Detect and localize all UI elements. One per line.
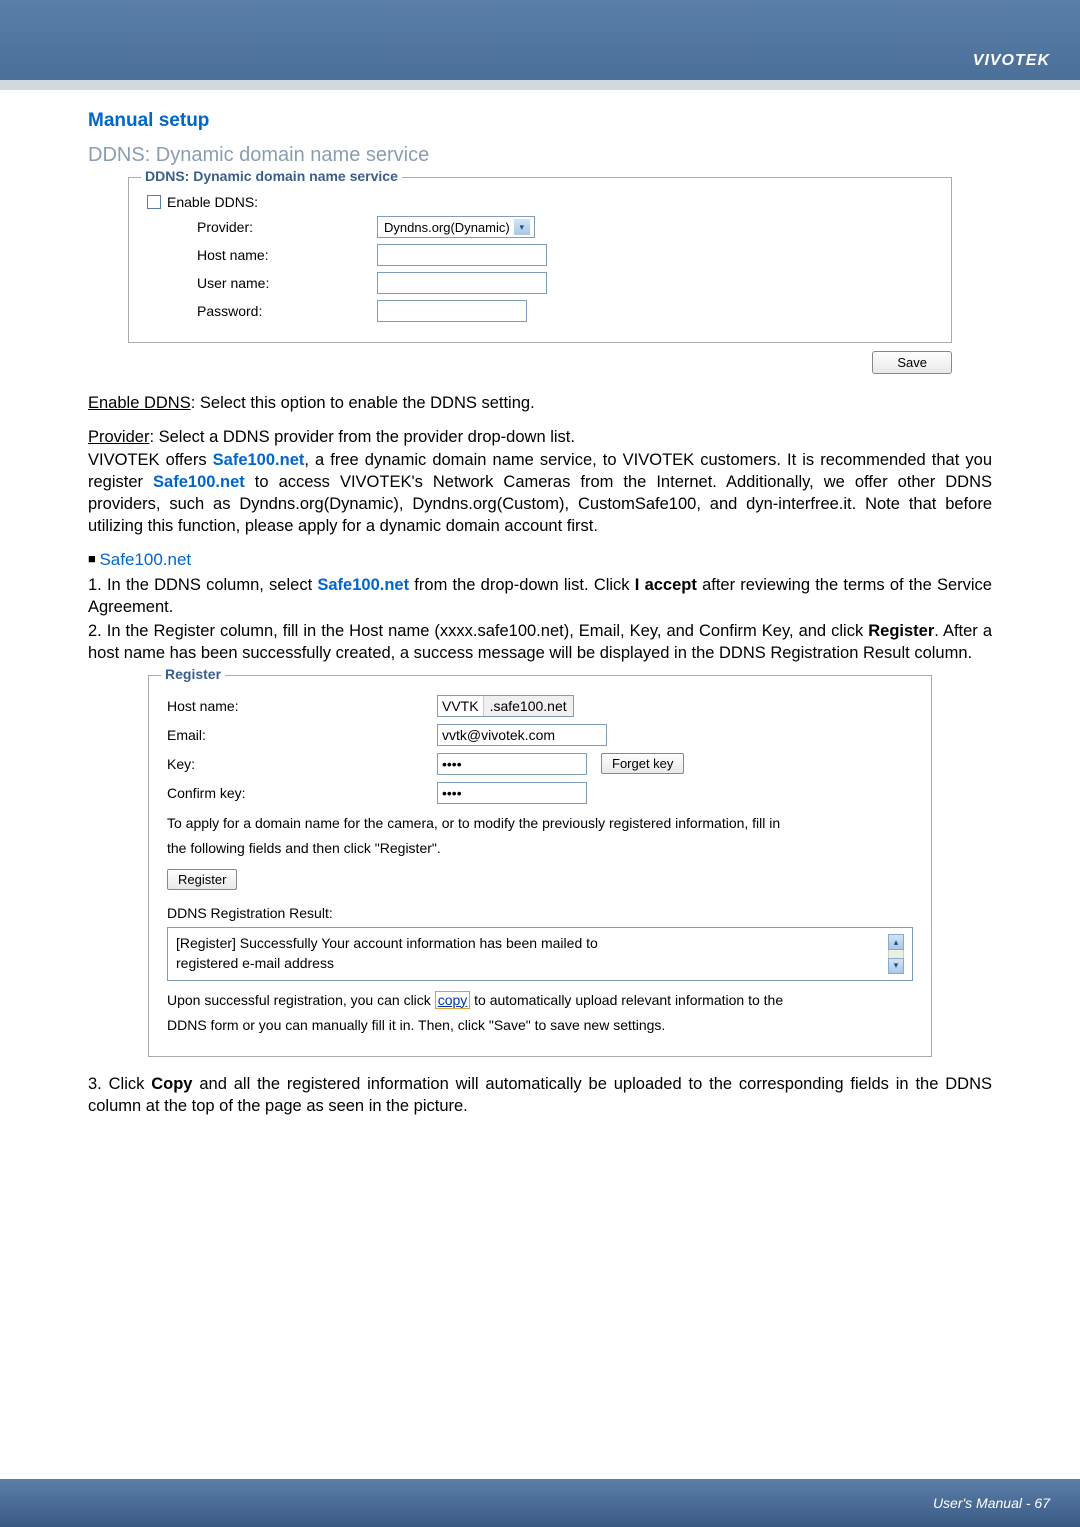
register-legend: Register xyxy=(161,666,225,682)
header-underline xyxy=(0,80,1080,90)
steps-list: 1. In the DDNS column, select Safe100.ne… xyxy=(88,574,992,665)
register-button[interactable]: Register xyxy=(167,869,237,890)
scrollbar[interactable]: ▴ ▾ xyxy=(888,934,904,973)
register-fieldset: Register Host name: VVTK .safe100.net Em… xyxy=(148,675,932,1057)
scroll-track[interactable] xyxy=(888,950,904,957)
header-bar: VIVOTEK xyxy=(0,0,1080,80)
reg-hostname-input[interactable]: VVTK .safe100.net xyxy=(437,695,574,717)
reg-confirm-input[interactable]: •••• xyxy=(437,782,587,804)
brand-label: VIVOTEK xyxy=(973,52,1050,70)
scroll-down-icon[interactable]: ▾ xyxy=(888,958,904,974)
subsection-title: DDNS: Dynamic domain name service xyxy=(88,144,992,167)
reg-hostname-label: Host name: xyxy=(167,698,437,714)
safe100-heading: Safe100.net xyxy=(88,550,992,570)
copy-link[interactable]: copy xyxy=(435,991,471,1009)
steps-list-2: 3. Click Copy and all the registered inf… xyxy=(88,1073,992,1118)
ddns-legend: DDNS: Dynamic domain name service xyxy=(141,168,402,184)
footer-text: User's Manual - 67 xyxy=(933,1495,1050,1511)
enable-ddns-description: Enable DDNS: Select this option to enabl… xyxy=(88,392,992,414)
hostname-label: Host name: xyxy=(147,247,377,263)
reg-email-input[interactable]: vvtk@vivotek.com xyxy=(437,724,607,746)
post-reg-line1: Upon successful registration, you can cl… xyxy=(167,991,913,1011)
result-text: [Register] Successfully Your account inf… xyxy=(176,934,616,973)
safe100-link[interactable]: Safe100.net xyxy=(213,451,305,469)
chevron-down-icon: ▾ xyxy=(514,219,530,235)
save-button[interactable]: Save xyxy=(872,351,952,374)
step1-safe100-link[interactable]: Safe100.net xyxy=(317,576,409,594)
footer-bar: User's Manual - 67 xyxy=(0,1479,1080,1527)
reg-key-label: Key: xyxy=(167,756,437,772)
forget-key-button[interactable]: Forget key xyxy=(601,753,684,774)
post-reg-line2: DDNS form or you can manually fill it in… xyxy=(167,1016,913,1036)
reg-instruction-1: To apply for a domain name for the camer… xyxy=(167,814,913,834)
enable-ddns-checkbox[interactable] xyxy=(147,195,161,209)
ddns-fieldset: DDNS: Dynamic domain name service Enable… xyxy=(128,177,952,343)
provider-description: Provider: Select a DDNS provider from th… xyxy=(88,426,992,448)
scroll-up-icon[interactable]: ▴ xyxy=(888,934,904,950)
reg-email-label: Email: xyxy=(167,727,437,743)
username-label: User name: xyxy=(147,275,377,291)
password-label: Password: xyxy=(147,303,377,319)
hostname-input[interactable] xyxy=(377,244,547,266)
reg-instruction-2: the following fields and then click "Reg… xyxy=(167,839,913,859)
reg-confirm-label: Confirm key: xyxy=(167,785,437,801)
step-3: 3. Click Copy and all the registered inf… xyxy=(88,1073,992,1118)
step-2: 2. In the Register column, fill in the H… xyxy=(88,620,992,665)
enable-ddns-label: Enable DDNS: xyxy=(167,194,258,210)
provider-label: Provider: xyxy=(147,219,377,235)
safe100-link-2[interactable]: Safe100.net xyxy=(153,473,245,491)
provider-value: Dyndns.org(Dynamic) xyxy=(384,220,510,235)
content: Manual setup DDNS: Dynamic domain name s… xyxy=(0,90,1080,1117)
result-label: DDNS Registration Result: xyxy=(167,904,913,924)
result-textarea[interactable]: [Register] Successfully Your account inf… xyxy=(167,927,913,980)
username-input[interactable] xyxy=(377,272,547,294)
provider-detail: VIVOTEK offers Safe100.net, a free dynam… xyxy=(88,449,992,538)
reg-key-input[interactable]: •••• xyxy=(437,753,587,775)
step-1: 1. In the DDNS column, select Safe100.ne… xyxy=(88,574,992,619)
section-title: Manual setup xyxy=(88,110,992,132)
password-input[interactable] xyxy=(377,300,527,322)
provider-dropdown[interactable]: Dyndns.org(Dynamic) ▾ xyxy=(377,216,535,238)
